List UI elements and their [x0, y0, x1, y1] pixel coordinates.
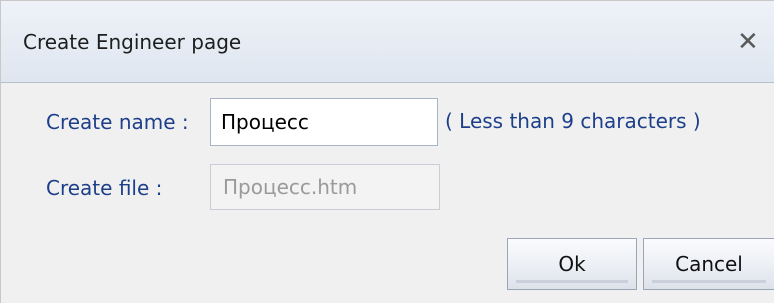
create-name-label: Create name :	[46, 110, 189, 134]
ok-button[interactable]: Ok	[507, 238, 637, 290]
name-length-hint: ( Less than 9 characters )	[445, 109, 701, 133]
create-file-label: Create file :	[46, 176, 163, 200]
create-engineer-page-dialog: Create Engineer page ✕ Create name : ( L…	[0, 0, 774, 303]
create-name-input[interactable]	[210, 98, 438, 146]
dialog-titlebar: Create Engineer page ✕	[1, 1, 774, 83]
close-icon[interactable]: ✕	[737, 25, 774, 59]
create-file-field	[210, 164, 440, 210]
dialog-title: Create Engineer page	[23, 30, 242, 54]
cancel-button[interactable]: Cancel	[643, 238, 774, 290]
